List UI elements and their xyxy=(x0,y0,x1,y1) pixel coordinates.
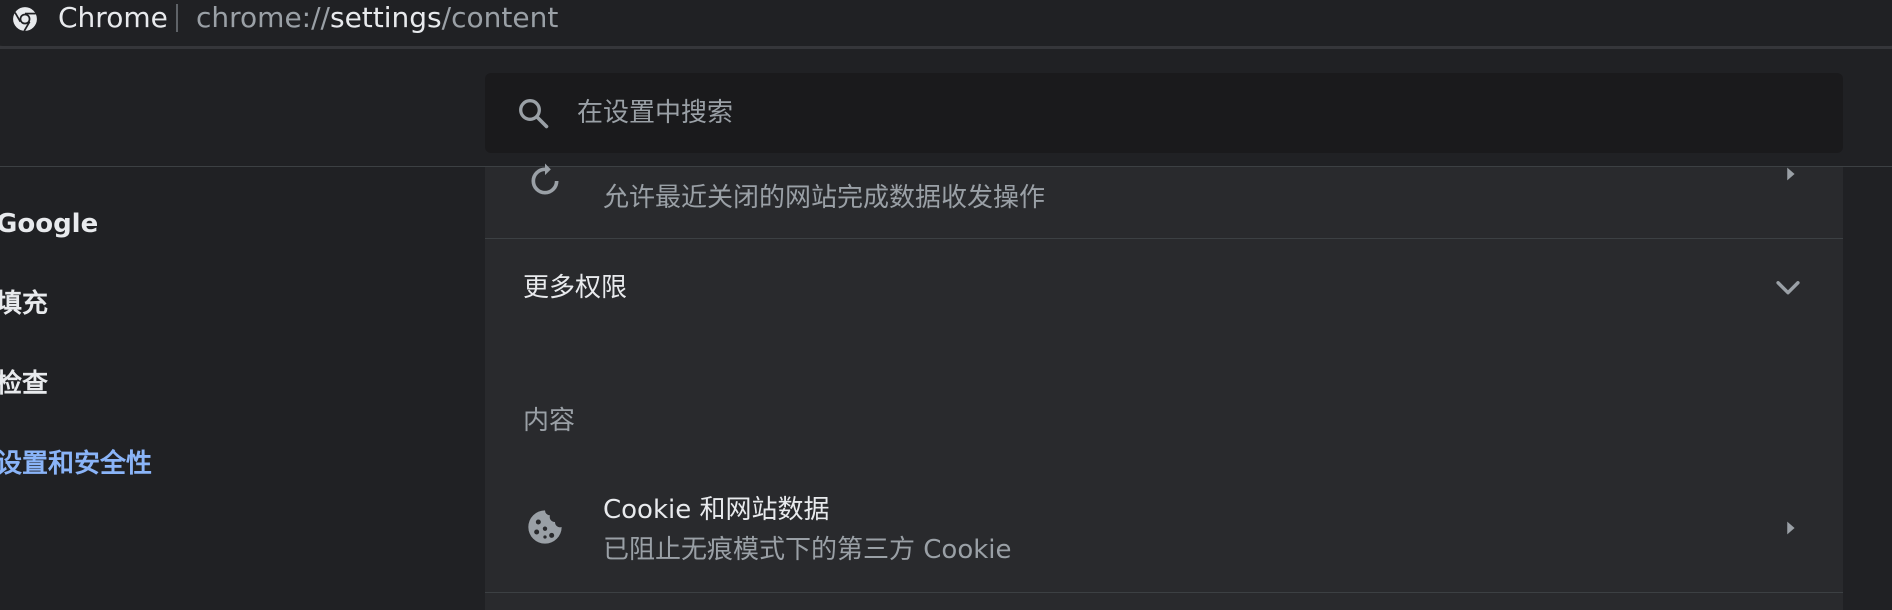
arrow-right-icon[interactable] xyxy=(1779,517,1801,539)
section-title-content: 内容 xyxy=(523,406,576,436)
cookie-row-description: 已阻止无痕模式下的第三方 Cookie xyxy=(603,535,1012,565)
sidebar-item-autofill[interactable]: 填充 xyxy=(0,287,48,321)
settings-header xyxy=(0,49,1892,167)
omnibox[interactable]: Chrome chrome://settings/content xyxy=(0,0,1892,46)
site-name: Chrome xyxy=(58,1,168,34)
chevron-down-icon[interactable] xyxy=(1771,270,1805,304)
url-separator xyxy=(176,4,178,32)
settings-card: 允许最近关闭的网站完成数据收发操作 更多权限 内容 Cookie 和网站数据 已… xyxy=(485,163,1843,610)
chrome-icon xyxy=(13,7,37,32)
more-permissions-label: 更多权限 xyxy=(523,273,628,303)
cookie-icon xyxy=(528,510,562,544)
sidebar-item-privacy-security[interactable]: 设置和安全性 xyxy=(0,447,152,481)
sidebar-item-safety-check[interactable]: 检查 xyxy=(0,367,48,401)
search-input[interactable] xyxy=(575,73,1775,153)
url-text[interactable]: chrome://settings/content xyxy=(196,1,558,35)
divider xyxy=(485,238,1843,239)
sidebar-item-google[interactable]: Google xyxy=(0,207,98,241)
background-sync-description: 允许最近关闭的网站完成数据收发操作 xyxy=(603,183,1046,213)
arrow-right-icon[interactable] xyxy=(1779,163,1801,185)
sync-icon xyxy=(531,163,559,195)
search-box[interactable] xyxy=(485,73,1843,153)
url-scheme: chrome:// xyxy=(196,1,330,34)
divider xyxy=(485,592,1843,593)
browser-toolbar: Chrome chrome://settings/content xyxy=(0,0,1892,49)
search-icon[interactable] xyxy=(515,95,551,131)
cookie-row-title: Cookie 和网站数据 xyxy=(603,495,830,525)
url-host: settings xyxy=(329,1,442,34)
url-path: /content xyxy=(441,1,559,34)
